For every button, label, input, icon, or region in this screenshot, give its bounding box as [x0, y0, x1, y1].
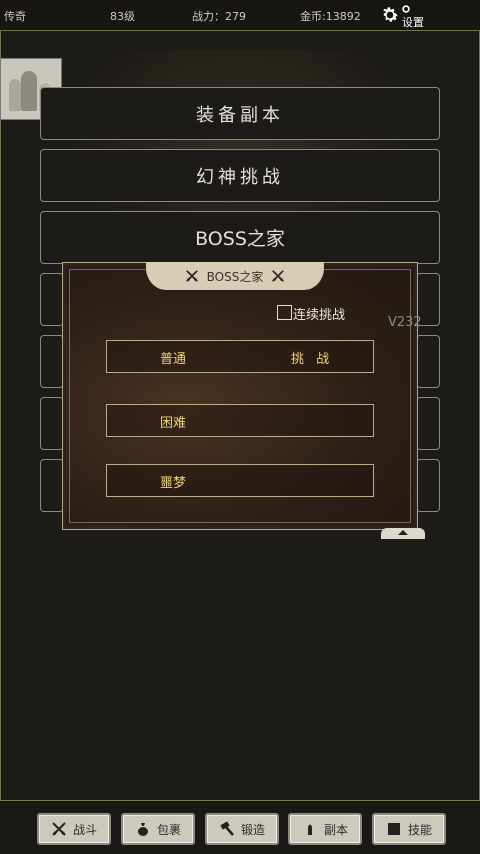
crossed-swords-icon: [272, 270, 285, 282]
nav-forge-button[interactable]: 锻造: [205, 813, 279, 845]
continuous-challenge-label[interactable]: 连续挑战: [293, 304, 345, 323]
hidden-menu-button[interactable]: [40, 459, 64, 512]
caret-up-icon: [398, 530, 408, 535]
bullet-icon: [307, 824, 312, 835]
boss-home-button[interactable]: BOSS之家: [40, 211, 440, 264]
hidden-menu-button[interactable]: [416, 335, 440, 388]
power-label: 战力：279: [192, 10, 246, 23]
nav-battle-button[interactable]: 战斗: [37, 813, 111, 845]
settings-button[interactable]: 设置: [380, 4, 426, 29]
avatar-figure: [9, 79, 21, 111]
settings-label: 设置: [402, 16, 424, 29]
crossed-swords-icon: [52, 822, 66, 836]
nav-skill-button[interactable]: 技能: [372, 813, 446, 845]
status-bar: 传奇 83级 战力：279 金币:13892 设置: [0, 0, 480, 31]
hammer-icon: [220, 821, 234, 836]
version-label: V232: [388, 315, 422, 330]
difficulty-label: 噩梦: [160, 476, 187, 491]
equip-dungeon-label: 装备副本: [196, 104, 284, 126]
crossed-swords-icon: [185, 270, 198, 282]
bag-icon: [137, 823, 148, 836]
nav-forge-label: 锻造: [240, 822, 265, 837]
difficulty-row-nightmare[interactable]: 噩梦: [106, 464, 374, 497]
nav-dungeon-button[interactable]: 副本: [288, 813, 362, 845]
hidden-menu-button[interactable]: [40, 273, 64, 326]
small-gear-icon: [402, 5, 410, 13]
continuous-challenge-checkbox[interactable]: [277, 305, 292, 320]
nav-skill-label: 技能: [407, 822, 432, 837]
difficulty-label: 普通: [160, 352, 187, 367]
gear-icon: [383, 7, 398, 22]
level-label: 83级: [110, 10, 135, 23]
square-icon: [387, 823, 400, 835]
hidden-menu-button[interactable]: [416, 459, 440, 512]
hidden-menu-button[interactable]: [416, 397, 440, 450]
difficulty-row-hard[interactable]: 困难: [106, 404, 374, 437]
challenge-button[interactable]: 挑 战: [291, 348, 333, 367]
nav-battle-label: 战斗: [72, 822, 97, 837]
nav-dungeon-label: 副本: [323, 822, 348, 837]
dialog-title: BOSS之家: [206, 269, 264, 284]
difficulty-label: 困难: [160, 416, 187, 431]
illusion-challenge-button[interactable]: 幻神挑战: [40, 149, 440, 202]
illusion-challenge-label: 幻神挑战: [196, 166, 284, 188]
nav-bag-button[interactable]: 包裹: [121, 813, 195, 845]
dialog-title-tab: BOSS之家: [146, 262, 324, 290]
rank-label: 传奇: [4, 10, 26, 23]
gold-label: 金币:13892: [300, 10, 361, 23]
collapse-toggle[interactable]: [381, 528, 425, 539]
equip-dungeon-button[interactable]: 装备副本: [40, 87, 440, 140]
avatar-figure: [21, 71, 37, 111]
nav-bag-label: 包裹: [156, 822, 181, 837]
hidden-menu-button[interactable]: [40, 335, 64, 388]
hidden-menu-button[interactable]: [40, 397, 64, 450]
difficulty-row-normal[interactable]: 普通 挑 战: [106, 340, 374, 373]
boss-home-label: BOSS之家: [195, 228, 285, 250]
